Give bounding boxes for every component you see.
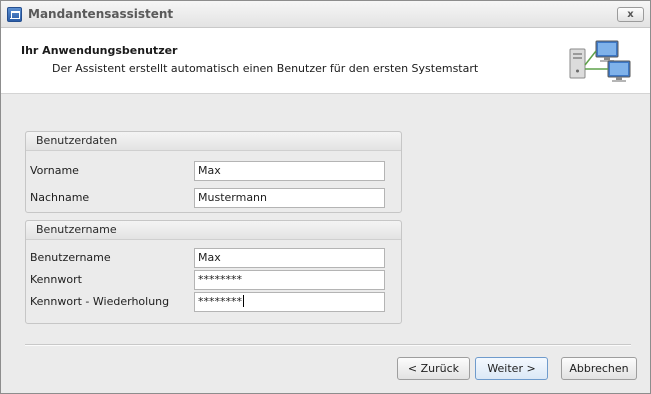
wizard-window: Mandantensassistent x Ihr Anwendungsbenu… (0, 0, 651, 394)
nachname-input[interactable]: Mustermann (194, 188, 385, 208)
kennwort-wiederholung-value: ******** (198, 295, 242, 308)
kennwort-wiederholung-input[interactable]: ******** (194, 292, 385, 312)
footer-divider (25, 344, 631, 346)
nachname-label: Nachname (30, 191, 90, 204)
back-button[interactable]: < Zurück (397, 357, 470, 380)
wizard-header: Ihr Anwendungsbenutzer Der Assistent ers… (1, 28, 650, 94)
text-caret (243, 295, 244, 307)
next-button[interactable]: Weiter > (475, 357, 548, 380)
benutzerdaten-heading: Benutzerdaten (26, 132, 401, 151)
network-computers-icon (569, 40, 631, 82)
kennwort-wiederholung-label: Kennwort - Wiederholung (30, 295, 170, 308)
cancel-button[interactable]: Abbrechen (561, 357, 637, 380)
window-title: Mandantensassistent (28, 7, 174, 21)
kennwort-label: Kennwort (30, 273, 82, 286)
title-bar: Mandantensassistent x (1, 1, 650, 28)
benutzername-group: Benutzername Benutzername Max Kennwort *… (25, 220, 402, 324)
vorname-label: Vorname (30, 164, 79, 177)
vorname-input[interactable]: Max (194, 161, 385, 181)
close-button[interactable]: x (617, 7, 644, 22)
page-subtitle: Der Assistent erstellt automatisch einen… (52, 62, 479, 75)
app-icon (7, 7, 22, 22)
benutzername-label: Benutzername (30, 251, 111, 264)
page-title: Ihr Anwendungsbenutzer (21, 44, 178, 57)
benutzername-input[interactable]: Max (194, 248, 385, 268)
benutzerdaten-group: Benutzerdaten Vorname Max Nachname Muste… (25, 131, 402, 213)
benutzername-heading: Benutzername (26, 221, 401, 240)
kennwort-input[interactable]: ******** (194, 270, 385, 290)
